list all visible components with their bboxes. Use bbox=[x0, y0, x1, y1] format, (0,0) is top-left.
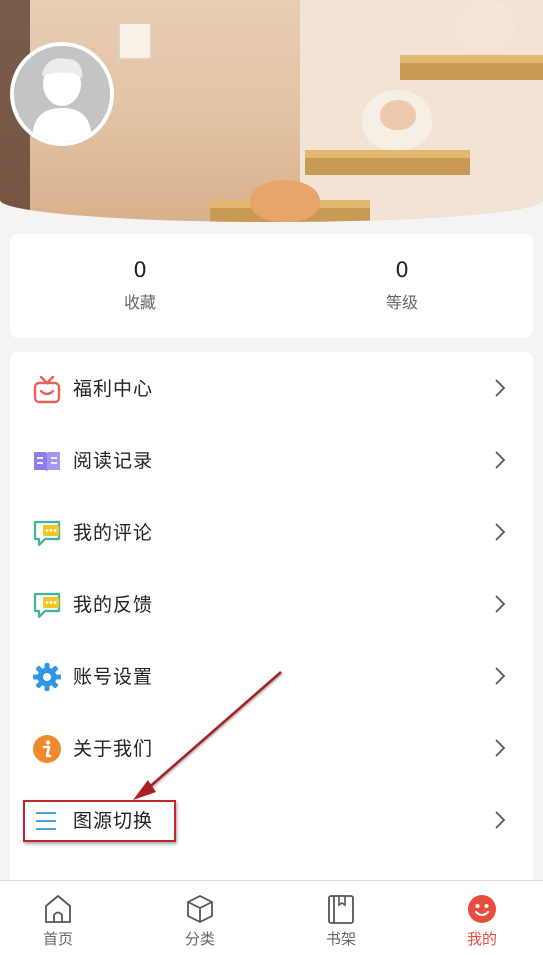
menu-card: 福利中心 阅读记录 我的评论 我的反馈 账号设置 关于我们 图源切换 bbox=[10, 352, 533, 892]
menu-item-label: 账号设置 bbox=[73, 666, 154, 688]
info-icon bbox=[33, 735, 61, 763]
stats-card: 0 收藏 0 等级 bbox=[10, 234, 533, 338]
chevron-right-icon bbox=[495, 811, 506, 829]
tab-label: 首页 bbox=[42, 930, 73, 948]
banner-stair bbox=[305, 150, 470, 175]
book-icon bbox=[34, 452, 60, 472]
menu-item-label: 关于我们 bbox=[73, 738, 154, 760]
menu-item-about-us[interactable]: 关于我们 bbox=[10, 712, 533, 784]
stat-value: 0 bbox=[395, 258, 409, 282]
menu-item-label: 阅读记录 bbox=[73, 450, 154, 472]
menu-item-label: 我的评论 bbox=[73, 522, 154, 544]
menu-item-label: 图源切换 bbox=[73, 810, 154, 832]
gear-icon bbox=[33, 663, 61, 691]
list-icon bbox=[36, 812, 56, 830]
menu-item-image-source-switch[interactable]: 图源切换 bbox=[10, 784, 533, 856]
chevron-right-icon bbox=[495, 667, 506, 685]
banner-light-switch bbox=[118, 22, 152, 60]
tab-category[interactable]: 分类 bbox=[150, 893, 250, 949]
menu-item-welfare-center[interactable]: 福利中心 bbox=[10, 352, 533, 424]
menu-item-account-settings[interactable]: 账号设置 bbox=[10, 640, 533, 712]
menu-item-my-comments[interactable]: 我的评论 bbox=[10, 496, 533, 568]
stat-level[interactable]: 0 等级 bbox=[302, 256, 502, 314]
chevron-right-icon bbox=[495, 451, 506, 469]
profile-page: 0 收藏 0 等级 福利中心 阅读记录 我的评论 我的反馈 账号设置 关于我们 … bbox=[0, 0, 543, 955]
smiley-icon bbox=[468, 895, 496, 923]
tab-label: 分类 bbox=[184, 930, 215, 948]
chevron-right-icon bbox=[495, 379, 506, 397]
banner-cat bbox=[250, 180, 320, 222]
chevron-right-icon bbox=[495, 739, 506, 757]
gift-icon bbox=[33, 375, 61, 404]
tab-label: 我的 bbox=[466, 930, 497, 948]
tab-bookshelf[interactable]: 书架 bbox=[291, 893, 391, 949]
stat-favorites[interactable]: 0 收藏 bbox=[40, 256, 240, 314]
menu-item-my-feedback[interactable]: 我的反馈 bbox=[10, 568, 533, 640]
bookshelf-icon bbox=[328, 895, 354, 924]
menu-item-label: 福利中心 bbox=[73, 378, 154, 400]
tab-label: 书架 bbox=[325, 930, 356, 948]
stat-label: 等级 bbox=[385, 293, 418, 312]
chevron-right-icon bbox=[495, 523, 506, 541]
stat-value: 0 bbox=[133, 258, 147, 282]
bottom-tab-bar: 首页 分类 书架 我的 bbox=[0, 880, 543, 955]
comment-icon bbox=[33, 520, 61, 547]
banner-cat bbox=[455, 0, 515, 52]
avatar[interactable] bbox=[10, 42, 114, 146]
box-icon bbox=[187, 895, 213, 923]
tab-mine[interactable]: 我的 bbox=[432, 893, 532, 949]
chevron-right-icon bbox=[495, 595, 506, 613]
feedback-icon bbox=[33, 592, 61, 619]
avatar-silhouette-icon bbox=[14, 46, 110, 142]
home-icon bbox=[45, 895, 71, 923]
menu-item-reading-history[interactable]: 阅读记录 bbox=[10, 424, 533, 496]
stat-label: 收藏 bbox=[123, 293, 156, 312]
tab-home[interactable]: 首页 bbox=[8, 893, 108, 949]
menu-item-label: 我的反馈 bbox=[73, 594, 154, 616]
banner-stair bbox=[400, 55, 543, 80]
banner-cat bbox=[380, 100, 416, 130]
